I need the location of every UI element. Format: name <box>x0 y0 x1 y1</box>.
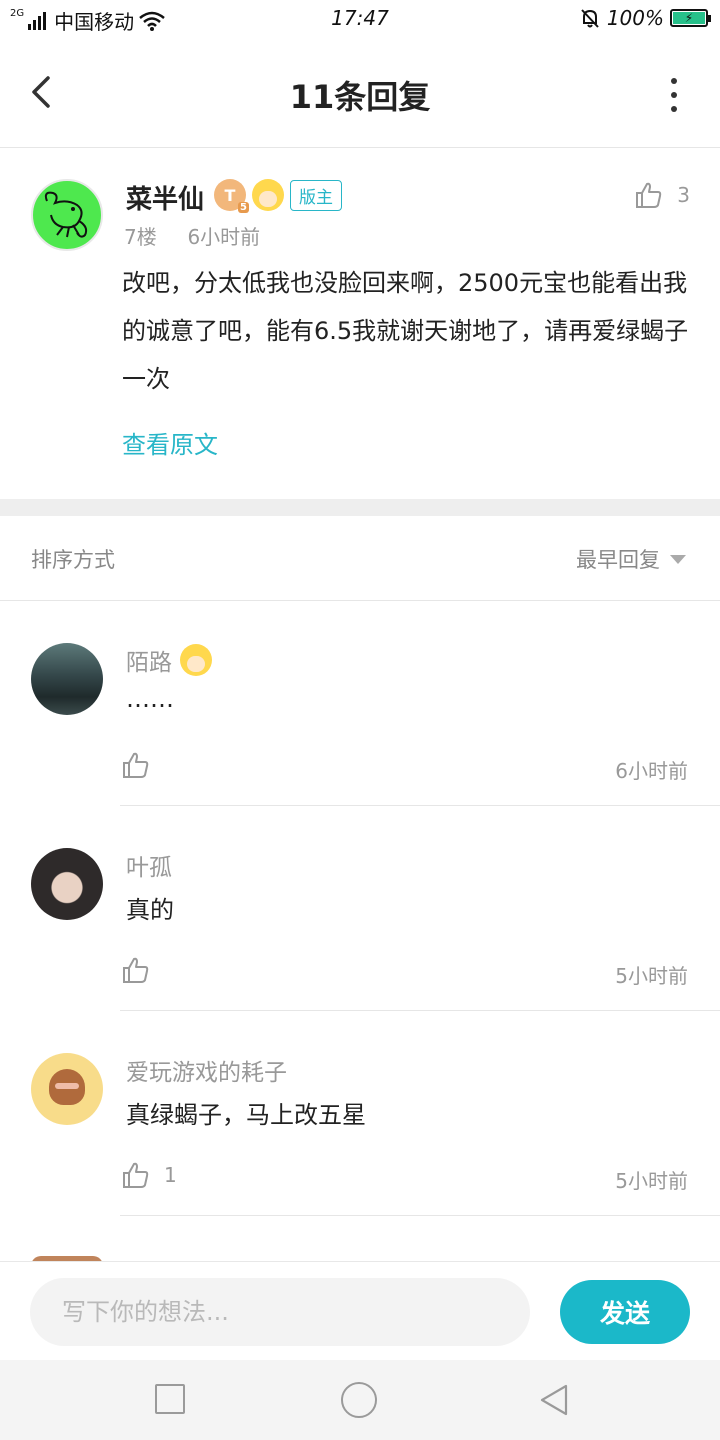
post-author-avatar[interactable] <box>31 179 103 251</box>
reply-author[interactable]: 陌路 <box>126 643 212 677</box>
reply-author-name: 陌路 <box>126 650 172 676</box>
more-vertical-icon[interactable] <box>668 78 680 112</box>
battery-fill: ⚡ <box>673 11 705 25</box>
scorpion-avatar-icon <box>44 191 88 238</box>
thumbs-up-icon <box>123 957 149 983</box>
view-original-link[interactable]: 查看原文 <box>122 425 218 460</box>
reply-like-button[interactable]: 1 <box>122 1161 177 1189</box>
moderator-badge: 版主 <box>290 179 342 211</box>
mute-bell-icon <box>581 9 599 28</box>
thumbs-up-icon <box>123 1162 149 1188</box>
reply-avatar[interactable] <box>31 848 103 920</box>
status-right: 100% ⚡ <box>579 6 711 30</box>
reply-time: 5小时前 <box>615 1169 688 1193</box>
level-number: 5 <box>238 202 249 213</box>
post-like-button[interactable]: 3 <box>635 181 690 209</box>
reply-time: 6小时前 <box>615 759 688 783</box>
reply-content: 真绿蝎子，马上改五星 <box>126 1101 366 1129</box>
reply-like-count: 1 <box>164 1163 177 1187</box>
thumbs-up-icon <box>123 752 149 778</box>
reply-item: 叶孤 真的 5小时前 <box>0 806 720 1011</box>
sort-label: 排序方式 <box>31 548 115 572</box>
battery-charging-icon: ⚡ <box>670 9 711 27</box>
reply-author[interactable]: 叶孤 <box>126 848 172 882</box>
poop-icon <box>49 1069 85 1105</box>
comment-input-bar: 发送 <box>0 1261 720 1360</box>
home-circle-icon[interactable] <box>341 1382 377 1418</box>
back-triangle-icon[interactable] <box>536 1382 572 1418</box>
reply-content: 真的 <box>126 896 174 924</box>
status-bar: 2G 中国移动 17:47 100% ⚡ <box>0 0 720 36</box>
recents-square-icon[interactable] <box>155 1384 185 1414</box>
character-badge-icon <box>252 179 284 211</box>
page-title: 11条回复 <box>289 78 431 116</box>
sort-dropdown[interactable]: 最早回复 <box>576 544 686 574</box>
original-post: 菜半仙 T 5 版主 7楼 6小时前 3 改吧，分太低我也没脸回来啊，2500元… <box>0 149 720 499</box>
comment-input[interactable] <box>30 1278 530 1346</box>
author-badges: T 5 版主 <box>214 179 342 213</box>
reply-divider <box>120 1215 720 1216</box>
reply-avatar[interactable] <box>31 1053 103 1125</box>
system-nav-bar <box>0 1360 720 1440</box>
reply-author-name: 叶孤 <box>126 855 172 881</box>
reply-author[interactable]: 爱玩游戏的耗子 <box>126 1053 287 1087</box>
character-badge-icon <box>180 644 212 676</box>
top-header: 11条回复 <box>0 36 720 148</box>
sort-value: 最早回复 <box>576 548 660 572</box>
thumbs-up-icon <box>636 182 662 208</box>
reply-avatar[interactable] <box>31 643 103 715</box>
reply-thread-page: 2G 中国移动 17:47 100% ⚡ 11条回复 菜半仙 T 5 版主 7楼… <box>0 0 720 1440</box>
reply-item: 陌路 …… 6小时前 <box>0 601 720 806</box>
send-button[interactable]: 发送 <box>560 1280 690 1344</box>
post-author-name[interactable]: 菜半仙 <box>126 179 204 216</box>
level-letter: T <box>224 185 236 205</box>
reply-content: …… <box>126 685 174 713</box>
battery-percent: 100% <box>606 6 664 30</box>
level-badge-icon: T 5 <box>214 179 249 213</box>
post-content: 改吧，分太低我也没脸回来啊，2500元宝也能看出我的诚意了吧，能有6.5我就谢天… <box>122 269 689 393</box>
reply-like-button[interactable] <box>122 956 164 984</box>
reply-item: 爱玩游戏的耗子 真绿蝎子，马上改五星 1 5小时前 <box>0 1011 720 1216</box>
reply-like-button[interactable] <box>122 751 164 779</box>
sort-bar: 排序方式 最早回复 <box>0 516 720 601</box>
section-divider <box>0 499 720 516</box>
caret-down-icon <box>670 554 686 564</box>
post-like-count: 3 <box>677 183 690 207</box>
post-meta: 7楼 6小时前 <box>124 221 260 250</box>
reply-time: 5小时前 <box>615 964 688 988</box>
reply-author-name: 爱玩游戏的耗子 <box>126 1060 287 1086</box>
post-floor: 7楼 <box>124 225 157 249</box>
post-time: 6小时前 <box>187 225 261 249</box>
